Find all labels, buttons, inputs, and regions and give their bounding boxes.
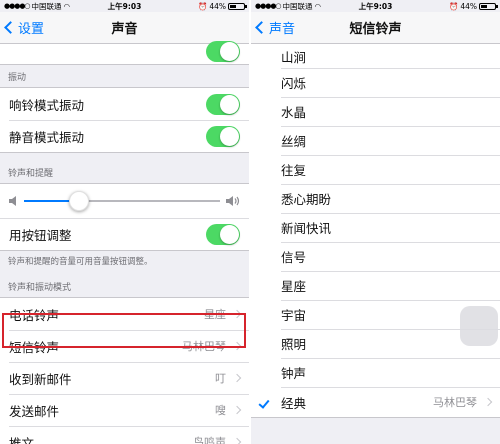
back-button[interactable]: 设置 bbox=[4, 18, 44, 37]
chevron-right-icon bbox=[232, 405, 242, 415]
battery-fill bbox=[481, 4, 487, 8]
status-time: 上午9:03 bbox=[358, 1, 393, 11]
ringer-footer: 铃声和提醒的音量可用音量按钮调整。 bbox=[8, 257, 153, 267]
wifi-icon: ◠ bbox=[314, 1, 322, 11]
ringtone-value: 星座 bbox=[204, 308, 226, 321]
tone-item[interactable]: 新闻快讯 bbox=[251, 213, 500, 242]
tone-item[interactable]: 悉心期盼 bbox=[251, 184, 500, 213]
tweet-value: 鸟鸣声 bbox=[193, 436, 226, 444]
tweet-row[interactable]: 推文 鸟鸣声 bbox=[0, 426, 249, 444]
new-mail-value: 叮 bbox=[215, 372, 226, 385]
nav-bar: 设置 声音 bbox=[0, 12, 249, 44]
battery-percent: 44% bbox=[209, 1, 226, 11]
volume-slider-row bbox=[0, 184, 249, 218]
chevron-right-icon bbox=[232, 341, 242, 351]
text-tone-screen: ●●●●○ 中国联通 ◠ 上午9:03 ⏰ 44% 声音 短信铃声 山涧 闪烁 … bbox=[251, 0, 500, 444]
ringtone-label: 电话铃声 bbox=[9, 307, 60, 323]
ring-vibrate-toggle[interactable] bbox=[206, 93, 240, 115]
checkmark-icon bbox=[258, 397, 270, 409]
battery-fill bbox=[230, 4, 236, 8]
chevron-right-icon bbox=[232, 309, 242, 319]
ringtone-row[interactable]: 电话铃声 星座 bbox=[0, 298, 249, 330]
chevron-right-icon bbox=[483, 397, 493, 407]
status-time: 上午9:03 bbox=[107, 1, 142, 11]
volume-high-icon bbox=[226, 196, 240, 206]
vibrate-group: 响铃模式振动 静音模式振动 bbox=[0, 87, 249, 153]
ringer-group: 用按钮调整 bbox=[0, 183, 249, 251]
new-mail-label: 收到新邮件 bbox=[9, 371, 72, 387]
buttons-adjust-toggle[interactable] bbox=[206, 224, 240, 245]
volume-slider-thumb[interactable] bbox=[68, 191, 89, 211]
tone-item[interactable]: 往复 bbox=[251, 155, 500, 184]
patterns-section-header: 铃声和振动模式 bbox=[8, 283, 72, 293]
ring-vibrate-label: 响铃模式振动 bbox=[9, 97, 85, 113]
tone-vibration-value: 马林巴琴 bbox=[433, 396, 477, 409]
chevron-right-icon bbox=[232, 437, 242, 444]
tone-item[interactable]: 钟声 bbox=[251, 358, 500, 387]
assistive-touch-button[interactable] bbox=[460, 306, 498, 346]
battery-icon bbox=[479, 2, 498, 10]
tone-list: 山涧 闪烁 水晶 丝绸 往复 悉心期盼 新闻快讯 信号 星座 宇宙 照明 钟声 … bbox=[251, 44, 500, 418]
top-cut-row bbox=[0, 40, 249, 64]
vibrate-section-header: 振动 bbox=[8, 73, 27, 83]
text-tone-value: 马林巴琴 bbox=[182, 340, 226, 353]
back-button[interactable]: 声音 bbox=[255, 18, 295, 37]
volume-slider[interactable] bbox=[24, 191, 220, 211]
top-cut-toggle[interactable] bbox=[206, 40, 240, 62]
battery-icon bbox=[228, 2, 247, 10]
status-bar: ●●●●○ 中国联通 ◠ 上午9:03 ⏰ 44% bbox=[251, 0, 500, 12]
text-tone-row[interactable]: 短信铃声 马林巴琴 bbox=[0, 330, 249, 362]
wifi-icon: ◠ bbox=[63, 1, 71, 11]
carrier-label: 中国联通 bbox=[282, 1, 313, 11]
sent-mail-value: 嗖 bbox=[215, 404, 226, 417]
signal-icon: ●●●●○ bbox=[4, 2, 31, 10]
nav-bar: 声音 短信铃声 bbox=[251, 12, 500, 44]
text-tone-label: 短信铃声 bbox=[9, 339, 60, 355]
silent-vibrate-toggle[interactable] bbox=[206, 125, 240, 147]
tone-item[interactable]: 山涧 bbox=[251, 44, 500, 68]
volume-low-icon bbox=[9, 196, 16, 206]
ring-vibrate-row: 响铃模式振动 bbox=[0, 88, 249, 120]
signal-icon: ●●●●○ bbox=[255, 2, 282, 10]
tone-item[interactable]: 丝绸 bbox=[251, 126, 500, 155]
battery-percent: 44% bbox=[460, 1, 477, 11]
patterns-group: 电话铃声 星座 短信铃声 马林巴琴 收到新邮件 叮 发送邮件 嗖 推文 鸟鸣声 bbox=[0, 297, 249, 444]
chevron-left-icon bbox=[4, 21, 17, 34]
chevron-left-icon bbox=[255, 21, 268, 34]
tone-item[interactable]: 信号 bbox=[251, 242, 500, 271]
status-bar: ●●●●○ 中国联通 ◠ 上午9:03 ⏰ 44% bbox=[0, 0, 249, 12]
ringer-section-header: 铃声和提醒 bbox=[8, 169, 54, 179]
alarm-icon: ⏰ bbox=[197, 1, 208, 11]
tweet-label: 推文 bbox=[9, 435, 35, 444]
silent-vibrate-label: 静音模式振动 bbox=[9, 129, 85, 145]
back-label: 声音 bbox=[269, 22, 296, 37]
top-cut-group bbox=[0, 40, 249, 65]
tone-item[interactable]: 闪烁 bbox=[251, 68, 500, 97]
tone-item[interactable]: 星座 bbox=[251, 271, 500, 300]
alarm-icon: ⏰ bbox=[448, 1, 459, 11]
back-label: 设置 bbox=[18, 22, 45, 37]
carrier-label: 中国联通 bbox=[31, 1, 62, 11]
sent-mail-row[interactable]: 发送邮件 嗖 bbox=[0, 394, 249, 426]
buttons-adjust-label: 用按钮调整 bbox=[9, 228, 72, 243]
sent-mail-label: 发送邮件 bbox=[9, 403, 60, 419]
chevron-right-icon bbox=[232, 373, 242, 383]
new-mail-row[interactable]: 收到新邮件 叮 bbox=[0, 362, 249, 394]
silent-vibrate-row: 静音模式振动 bbox=[0, 120, 249, 152]
buttons-adjust-row: 用按钮调整 bbox=[0, 218, 249, 250]
sound-settings-screen: ●●●●○ 中国联通 ◠ 上午9:03 ⏰ 44% 设置 声音 振动 响铃模式振… bbox=[0, 0, 249, 444]
tone-item-selected[interactable]: 经典 马林巴琴 bbox=[251, 387, 500, 417]
tone-item[interactable]: 水晶 bbox=[251, 97, 500, 126]
